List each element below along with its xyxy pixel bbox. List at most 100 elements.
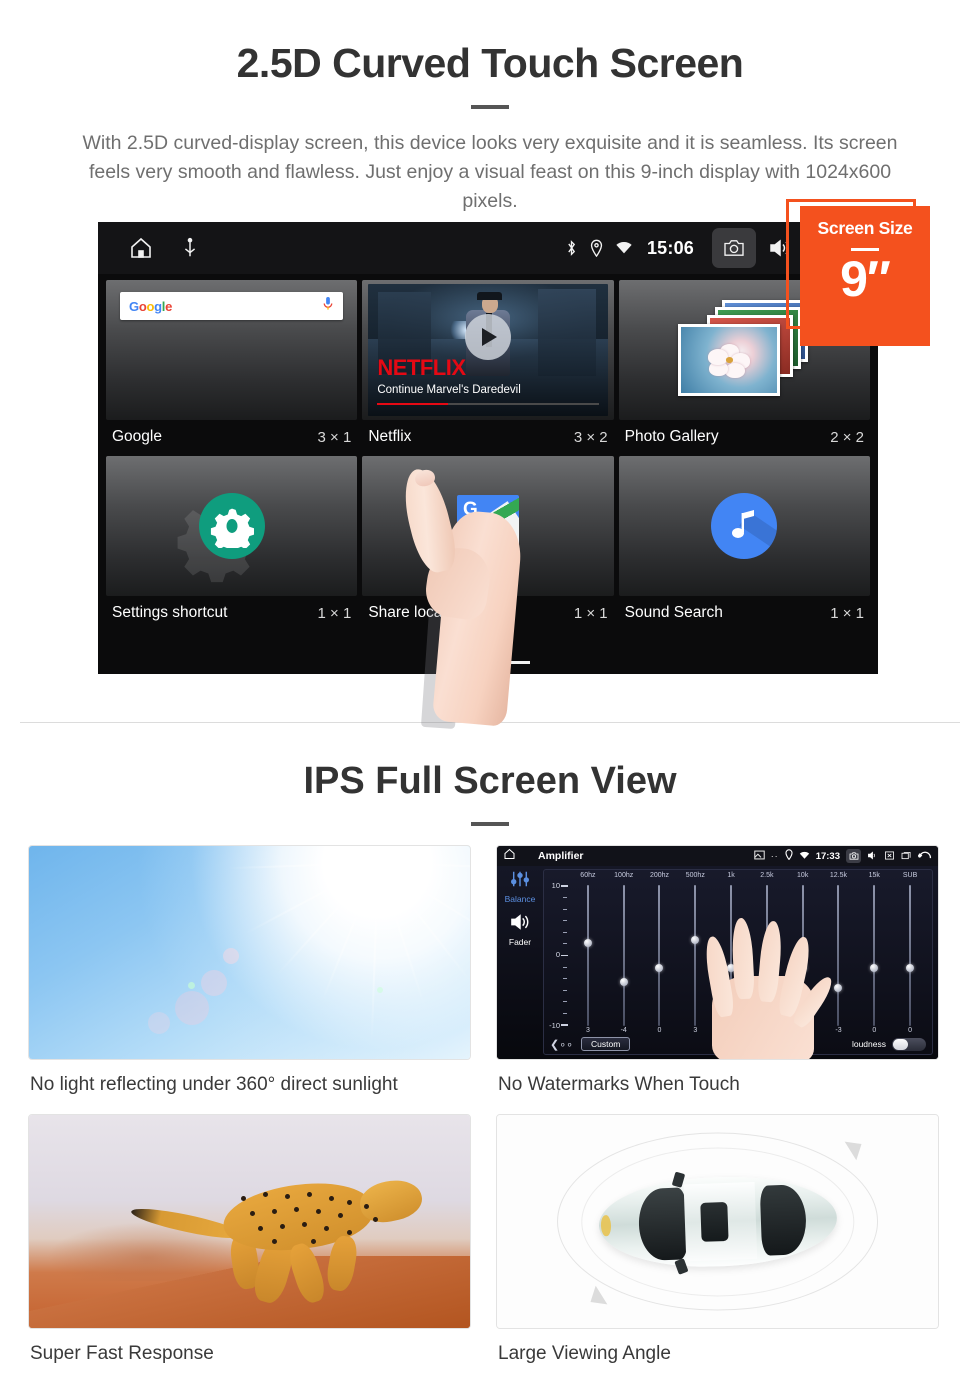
- location-pin-icon: [785, 847, 793, 865]
- settings-widget[interactable]: [106, 456, 358, 596]
- widget-row-bottom: Settings shortcut 1 × 1 G Share location…: [106, 456, 870, 632]
- sidebar-item-balance[interactable]: Balance: [505, 894, 536, 904]
- widget-size: 1 × 1: [830, 604, 864, 622]
- widget-label-share-location: Share location 1 × 1: [362, 596, 613, 632]
- google-g-letter: G: [462, 499, 478, 520]
- widget-row-top: Google Google 3 × 1 NETFLIX Continue Mar…: [106, 280, 870, 456]
- bluetooth-icon: [565, 239, 578, 257]
- speaker-icon[interactable]: [509, 913, 531, 936]
- widget-grid: Google Google 3 × 1 NETFLIX Continue Mar…: [98, 274, 878, 632]
- widget-label-settings: Settings shortcut 1 × 1: [106, 596, 357, 632]
- page-title: 2.5D Curved Touch Screen: [236, 40, 744, 86]
- band-slider[interactable]: [856, 885, 892, 1026]
- sound-search-widget[interactable]: [618, 456, 870, 596]
- page-dot-active[interactable]: [508, 661, 530, 664]
- feature-grid: No light reflecting under 360° direct su…: [0, 845, 980, 1365]
- home-icon[interactable]: [128, 236, 154, 260]
- person-pin-icon: [458, 532, 481, 554]
- widget-google[interactable]: Google Google 3 × 1: [106, 280, 358, 456]
- band-label: SUB: [902, 872, 918, 879]
- band-label: 100hz: [614, 872, 634, 879]
- section-divider: [20, 722, 960, 723]
- share-location-widget[interactable]: G: [362, 456, 614, 596]
- widget-name: Share location: [368, 604, 468, 621]
- product-detail-page: 2.5D Curved Touch Screen With 2.5D curve…: [0, 0, 980, 1394]
- widget-settings-shortcut[interactable]: Settings shortcut 1 × 1: [106, 456, 358, 632]
- preset-button[interactable]: Custom: [581, 1037, 631, 1051]
- band-label: 2.5k: [760, 872, 774, 879]
- rotation-arrow-bottom: [584, 1285, 608, 1311]
- loudness-toggle[interactable]: [892, 1037, 926, 1051]
- band-label: 12.5k: [829, 872, 848, 879]
- widget-share-location[interactable]: G Share location 1 × 1: [362, 456, 614, 632]
- amplifier-sidebar: Balance Fader: [497, 866, 543, 1059]
- band-label: 10k: [797, 872, 809, 879]
- back-chevron-icon[interactable]: ❮∘∘: [550, 1038, 573, 1051]
- car-scene: [497, 1115, 938, 1328]
- widget-size: 2 × 2: [830, 428, 864, 446]
- google-maps-icon[interactable]: G: [456, 495, 519, 557]
- back-arrow-icon[interactable]: [917, 847, 932, 865]
- netflix-widget[interactable]: NETFLIX Continue Marvel's Daredevil: [362, 280, 614, 420]
- status-time: 15:06: [646, 237, 694, 258]
- microphone-icon[interactable]: [322, 296, 334, 316]
- feature-caption: Large Viewing Angle: [498, 1343, 671, 1364]
- volume-icon[interactable]: [867, 847, 878, 865]
- feature-row-bottom: Super Fast Response Large Viewing Angle: [0, 1114, 980, 1365]
- band-value: 0: [657, 1027, 662, 1034]
- gear-icon[interactable]: [198, 493, 265, 559]
- widget-size: 1 × 1: [573, 604, 608, 622]
- photo-card-blossom: [678, 324, 781, 396]
- widget-label-netflix: Netflix 3 × 2: [362, 420, 613, 456]
- widget-name: Google: [112, 428, 162, 445]
- sunlight-image: [28, 845, 471, 1060]
- wifi-icon: [799, 847, 810, 865]
- scale-mid: 0: [555, 949, 560, 959]
- section2-title: IPS Full Screen View: [303, 760, 677, 802]
- recent-apps-icon[interactable]: [901, 847, 912, 865]
- widget-name: Netflix: [368, 428, 412, 445]
- page-dot[interactable]: [446, 661, 468, 664]
- camera-icon[interactable]: [846, 849, 861, 863]
- amplifier-body: Balance Fader 60hz 100hz 200hz 500hz 1k …: [497, 866, 938, 1059]
- google-search-widget[interactable]: Google: [106, 280, 358, 420]
- badge-label: Screen Size: [817, 218, 913, 238]
- frequency-labels: 60hz 100hz 200hz 500hz 1k 2.5k 10k 12.5k…: [544, 870, 932, 879]
- music-note-icon[interactable]: [711, 493, 778, 559]
- netflix-subtitle: Continue Marvel's Daredevil: [377, 384, 521, 396]
- sliders-icon[interactable]: [509, 870, 531, 893]
- amplifier-title: Amplifier: [538, 850, 584, 862]
- band-label: 200hz: [649, 872, 670, 879]
- touching-hand: [684, 903, 839, 1059]
- widget-size: 1 × 1: [317, 604, 352, 622]
- usb-icon: [182, 237, 198, 259]
- camera-icon[interactable]: [712, 228, 756, 268]
- feature-card-sunlight: No light reflecting under 360° direct su…: [28, 845, 471, 1096]
- band-label: 60hz: [580, 872, 596, 879]
- play-icon[interactable]: [464, 313, 511, 360]
- band-slider[interactable]: [570, 885, 606, 1026]
- page-indicator[interactable]: [98, 661, 878, 664]
- band-value: -4: [620, 1027, 627, 1034]
- amplifier-screen: Amplifier ·· 17:33 Balance Fader 60hz 10…: [497, 846, 938, 1059]
- sidebar-item-fader[interactable]: Fader: [509, 937, 531, 947]
- netflix-artwork: NETFLIX Continue Marvel's Daredevil: [368, 284, 608, 416]
- amplifier-time: 17:33: [815, 850, 840, 862]
- search-input[interactable]: Google: [120, 292, 344, 320]
- equalizer-panel: 60hz 100hz 200hz 500hz 1k 2.5k 10k 12.5k…: [543, 869, 933, 1059]
- page-dot[interactable]: [477, 661, 499, 664]
- car-image: [496, 1114, 939, 1329]
- home-icon[interactable]: [503, 847, 516, 865]
- band-value: 0: [908, 1027, 913, 1034]
- blossom-flower: [708, 344, 751, 378]
- widget-name: Sound Search: [624, 604, 723, 621]
- close-box-icon[interactable]: [884, 847, 895, 865]
- scale-ticks: [561, 885, 568, 1026]
- widget-sound-search[interactable]: Sound Search 1 × 1: [618, 456, 870, 632]
- band-label: 1k: [727, 872, 735, 879]
- band-slider[interactable]: [892, 885, 928, 1026]
- band-slider[interactable]: [606, 885, 642, 1026]
- widget-netflix[interactable]: NETFLIX Continue Marvel's Daredevil Netf…: [362, 280, 614, 456]
- band-slider[interactable]: [642, 885, 678, 1026]
- feature-row-top: No light reflecting under 360° direct su…: [0, 845, 980, 1096]
